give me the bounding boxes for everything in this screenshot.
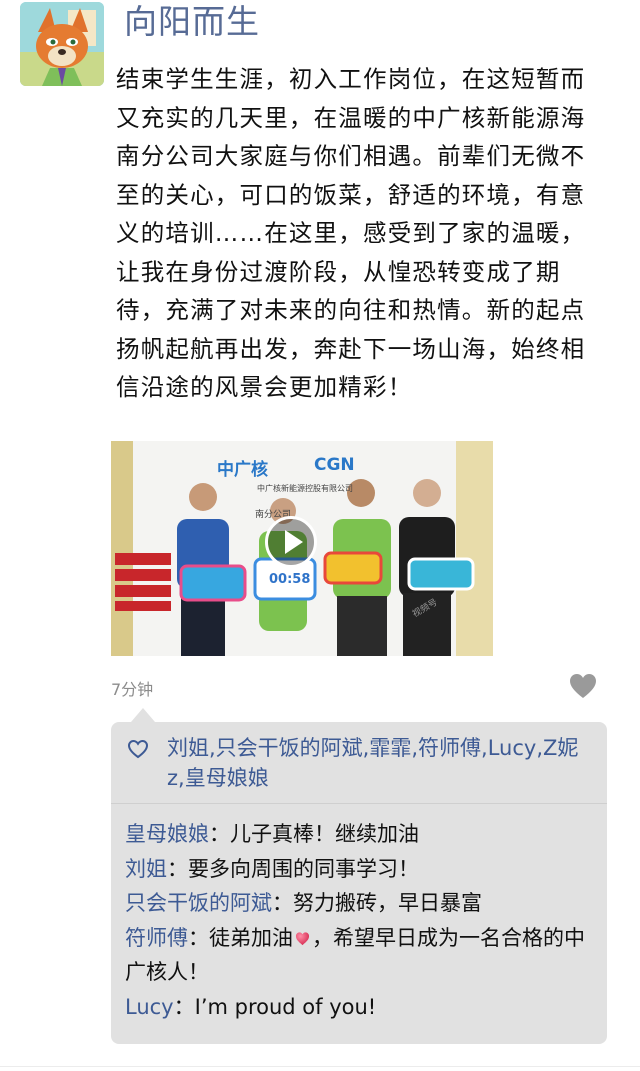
- comment-separator: ：: [167, 856, 188, 881]
- video-duration: 00:58: [269, 572, 311, 587]
- comment-item[interactable]: 符师傅：徒弟加油 ，希望早日成为一名合格的中广核人！: [125, 921, 595, 990]
- video-logo-cn: 中广核: [217, 460, 268, 480]
- comment-text-before: 徒弟加油: [209, 925, 293, 950]
- comment-item[interactable]: 皇母娘娘：儿子真棒！继续加油: [125, 817, 595, 852]
- play-icon[interactable]: [265, 516, 317, 568]
- interaction-panel: 刘姐,只会干饭的阿斌,霏霏,符师傅,Lucy,Z妮z,皇母娘娘 皇母娘娘：儿子真…: [111, 708, 607, 1044]
- comment-author[interactable]: 只会干饭的阿斌: [125, 891, 272, 915]
- heart-emoji-icon: [295, 931, 310, 945]
- comment-author[interactable]: Lucy: [125, 995, 174, 1019]
- comment-author[interactable]: 皇母娘娘: [125, 822, 209, 846]
- divider: [111, 803, 607, 804]
- comment-item[interactable]: 刘姐：要多向周围的同事学习！: [125, 852, 595, 887]
- comments-list: 皇母娘娘：儿子真棒！继续加油 刘姐：要多向周围的同事学习！ 只会干饭的阿斌：努力…: [125, 817, 595, 1024]
- like-heart-icon: [127, 739, 149, 759]
- comment-author[interactable]: 符师傅: [125, 926, 188, 950]
- video-thumbnail[interactable]: 中广核 CGN 中广核新能源控股有限公司 南分公司 00:58 视频号: [111, 441, 493, 656]
- more-actions-button[interactable]: [568, 672, 598, 700]
- comment-item[interactable]: Lucy：I’m proud of you!: [125, 990, 595, 1025]
- heart-action-icon: [570, 674, 596, 698]
- post-username[interactable]: 向阳而生: [124, 0, 260, 44]
- comment-separator: ：: [209, 822, 230, 846]
- bottom-divider: [0, 1066, 640, 1067]
- comment-author[interactable]: 刘姐: [125, 857, 167, 881]
- post-time: 7分钟: [111, 680, 154, 699]
- comment-separator: ：: [272, 891, 293, 915]
- like-names[interactable]: 刘姐,只会干饭的阿斌,霏霏,符师傅,Lucy,Z妮z,皇母娘娘: [127, 733, 587, 793]
- fox-avatar-icon: [20, 2, 104, 86]
- video-company-line: 中广核新能源控股有限公司: [257, 484, 353, 493]
- comment-text: I’m proud of you!: [194, 994, 377, 1019]
- likes-list: 刘姐,只会干饭的阿斌,霏霏,符师傅,Lucy,Z妮z,皇母娘娘: [127, 733, 587, 793]
- avatar[interactable]: [20, 2, 104, 86]
- comment-item[interactable]: 只会干饭的阿斌：努力搬砖，早日暴富: [125, 886, 595, 921]
- comment-text: 要多向周围的同事学习！: [188, 856, 419, 881]
- comment-separator: ：: [173, 994, 195, 1019]
- comment-text: 儿子真棒！继续加油: [230, 822, 419, 846]
- comment-separator: ：: [188, 925, 209, 950]
- post-text: 结束学生生涯，初入工作岗位，在这短暂而又充实的几天里，在温暖的中广核新能源海南分…: [116, 65, 586, 401]
- video-logo-en: CGN: [314, 455, 355, 475]
- comment-text: 努力搬砖，早日暴富: [293, 891, 482, 915]
